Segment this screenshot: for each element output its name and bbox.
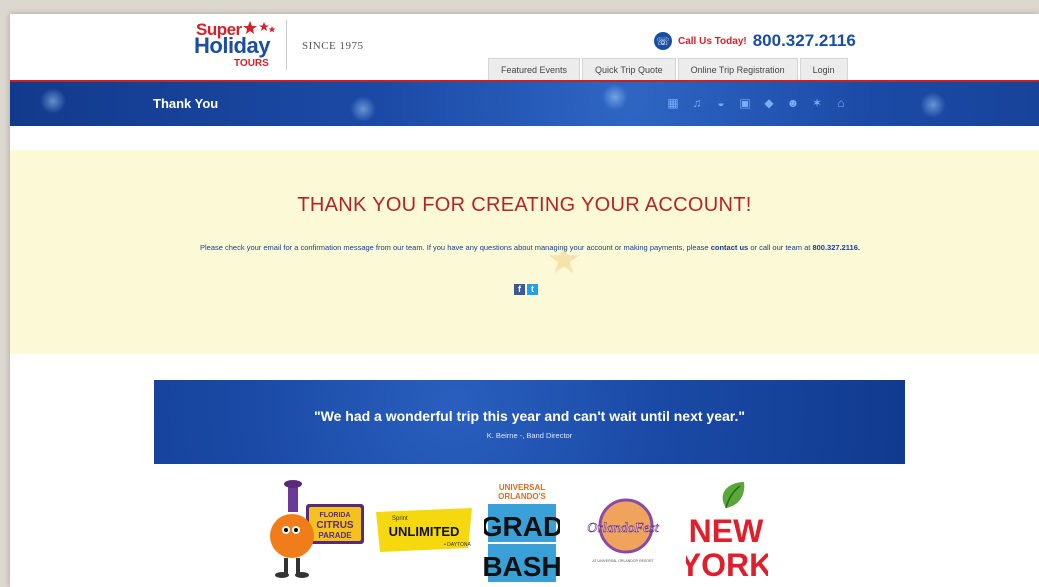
message-text-2: or call our team at bbox=[750, 243, 811, 252]
orlandofest-main: OrlandoFest bbox=[587, 521, 660, 536]
nav-featured-events[interactable]: Featured Events bbox=[488, 58, 581, 81]
confirmation-heading: THANK YOU FOR CREATING YOUR ACCOUNT! bbox=[297, 194, 752, 216]
sparkle bbox=[920, 92, 946, 118]
since-label: SINCE 1975 bbox=[302, 40, 364, 52]
unlimited-main: UNLIMITED bbox=[389, 524, 460, 539]
call-us[interactable]: ☏ Call Us Today! 800.327.2116 bbox=[654, 30, 856, 52]
sparkle bbox=[40, 88, 66, 114]
message-text: Please check your email for a confirmati… bbox=[200, 243, 709, 252]
citrus-line2: CITRUS bbox=[316, 520, 354, 531]
top-nav: Featured Events Quick Trip Quote Online … bbox=[488, 58, 850, 81]
page-banner: Thank You ▦ ♫ ◒ ▣ ◆ ☻ ✶ ⌂ bbox=[10, 82, 1039, 126]
site-header: Super Holiday TOURS SINCE 1975 ☏ Call Us… bbox=[10, 14, 1039, 84]
unlimited-daytona-logo[interactable]: Sprint UNLIMITED • DAYTONA bbox=[372, 506, 476, 554]
nav-login[interactable]: Login bbox=[799, 58, 848, 81]
unlimited-sub: • DAYTONA bbox=[444, 542, 472, 548]
graduation-cap-icon[interactable]: ◆ bbox=[762, 96, 776, 110]
florida-citrus-parade-logo[interactable]: FLORIDA CITRUS PARADE bbox=[266, 480, 370, 580]
category-icons: ▦ ♫ ◒ ▣ ◆ ☻ ✶ ⌂ bbox=[666, 96, 858, 110]
orlandofest-sub: AT UNIVERSAL ORLANDO® RESORT bbox=[592, 559, 654, 563]
logo-line3: TOURS bbox=[234, 58, 269, 69]
social-share: f t bbox=[514, 284, 540, 295]
dancer-icon[interactable]: ✶ bbox=[810, 96, 824, 110]
drum-icon[interactable]: ◒ bbox=[714, 96, 728, 110]
citrus-line3: PARADE bbox=[318, 531, 352, 540]
newyork-line1: NEW bbox=[689, 513, 764, 549]
sparkle bbox=[350, 96, 376, 122]
museum-icon[interactable]: ⌂ bbox=[834, 96, 848, 110]
confirmation-message: Please check your email for a confirmati… bbox=[150, 242, 910, 254]
backpack-icon[interactable]: ▣ bbox=[738, 96, 752, 110]
phone-link[interactable]: 800.327.2116. bbox=[812, 243, 860, 252]
grad-top1: UNIVERSAL bbox=[499, 483, 545, 492]
super-holiday-tours-logo[interactable]: Super Holiday TOURS bbox=[194, 20, 284, 76]
grad-top2: ORLANDO'S bbox=[498, 492, 546, 501]
facebook-icon[interactable]: f bbox=[514, 284, 525, 295]
contact-us-link[interactable]: contact us bbox=[711, 243, 749, 252]
confirmation-section: ★ THANK YOU FOR CREATING YOUR ACCOUNT! P… bbox=[10, 150, 1039, 354]
unlimited-small: Sprint bbox=[392, 516, 408, 522]
page-title: Thank You bbox=[153, 96, 219, 111]
nav-online-trip-registration[interactable]: Online Trip Registration bbox=[677, 58, 798, 81]
map-icon[interactable]: ▦ bbox=[666, 96, 680, 110]
newyork-line2: YORK bbox=[686, 547, 768, 583]
phone-icon: ☏ bbox=[654, 32, 672, 50]
testimonial-quote: "We had a wonderful trip this year and c… bbox=[314, 408, 745, 424]
music-icon[interactable]: ♫ bbox=[690, 96, 704, 110]
nav-quick-trip-quote[interactable]: Quick Trip Quote bbox=[582, 58, 676, 81]
grad-line2: BASH bbox=[484, 551, 560, 582]
universal-grad-bash-logo[interactable]: UNIVERSAL ORLANDO'S GRAD BASH bbox=[484, 480, 560, 584]
event-logos: FLORIDA CITRUS PARADE Sprint UNLIMITED •… bbox=[10, 476, 1039, 587]
orlandofest-logo[interactable]: OrlandoFest AT UNIVERSAL ORLANDO® RESORT bbox=[580, 496, 666, 568]
citrus-line1: FLORIDA bbox=[319, 512, 350, 519]
theater-masks-icon[interactable]: ☻ bbox=[786, 96, 800, 110]
header-divider bbox=[286, 20, 287, 70]
testimonial-banner: "We had a wonderful trip this year and c… bbox=[154, 380, 905, 464]
sparkle bbox=[602, 84, 628, 110]
new-york-logo[interactable]: NEW YORK bbox=[686, 478, 768, 586]
grad-line1: GRAD bbox=[484, 511, 560, 542]
twitter-icon[interactable]: t bbox=[527, 284, 538, 295]
call-number[interactable]: 800.327.2116 bbox=[753, 31, 856, 51]
browser-page: Super Holiday TOURS SINCE 1975 ☏ Call Us… bbox=[10, 14, 1039, 587]
logo-line2: Holiday bbox=[194, 33, 270, 58]
testimonial-author: K. Beirne -, Band Director bbox=[486, 431, 573, 440]
call-label: Call Us Today! bbox=[678, 35, 747, 47]
